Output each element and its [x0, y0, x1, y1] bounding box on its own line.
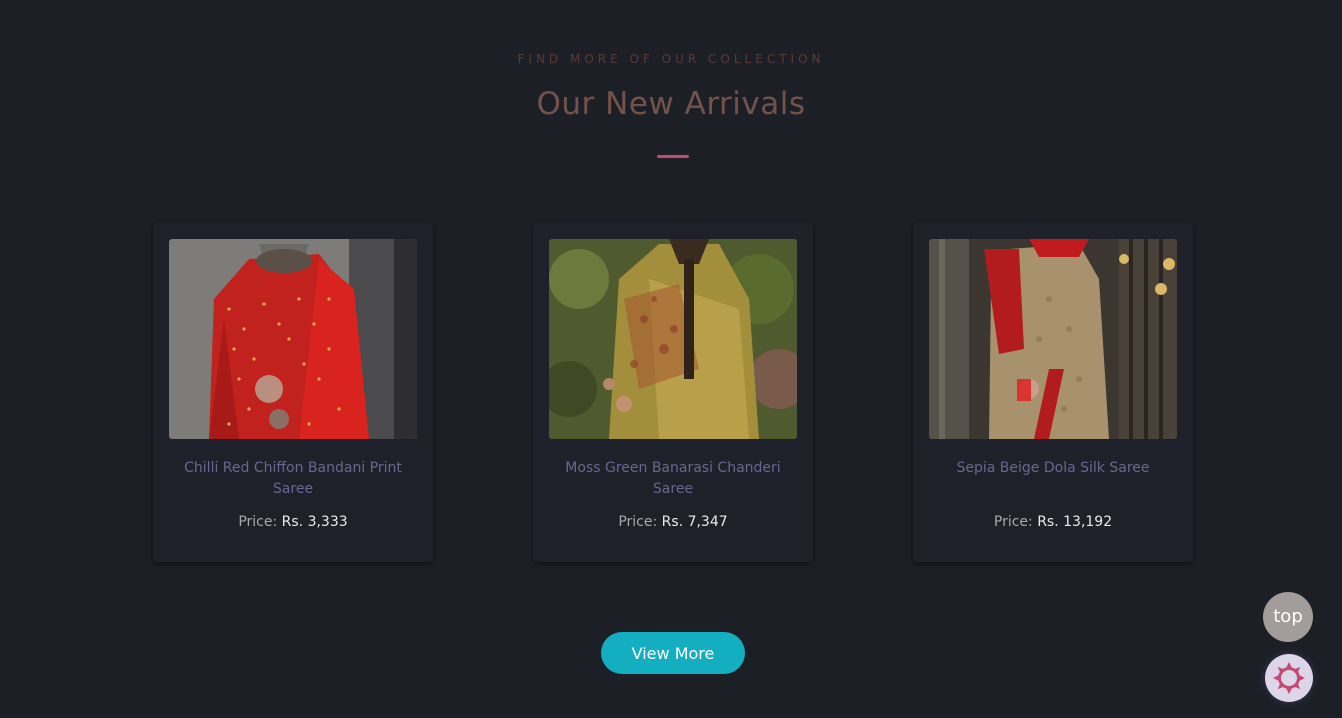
product-name[interactable]: Moss Green Banarasi Chanderi Saree	[557, 458, 789, 500]
product-card[interactable]: Sepia Beige Dola Silk Saree Price: Rs. 1…	[913, 222, 1193, 562]
price-label: Price:	[993, 514, 1033, 530]
product-price: Price: Rs. 13,192	[913, 514, 1193, 530]
price-value: Rs. 3,333	[281, 514, 348, 530]
title-divider	[657, 155, 689, 158]
product-price: Price: Rs. 3,333	[153, 514, 433, 530]
section-eyebrow: FIND MORE OF OUR COLLECTION	[517, 52, 825, 66]
sun-gear-icon	[1273, 662, 1305, 694]
new-arrivals-section: FIND MORE OF OUR COLLECTION Our New Arri…	[0, 0, 1342, 718]
price-label: Price:	[238, 514, 278, 530]
price-value: Rs. 7,347	[661, 514, 728, 530]
product-image[interactable]	[929, 239, 1177, 439]
product-image[interactable]	[169, 239, 417, 439]
product-price: Price: Rs. 7,347	[533, 514, 813, 530]
product-name[interactable]: Sepia Beige Dola Silk Saree	[937, 458, 1169, 479]
price-value: Rs. 13,192	[1037, 514, 1113, 530]
view-more-button[interactable]: View More	[601, 632, 745, 674]
price-label: Price:	[618, 514, 658, 530]
product-card[interactable]: Moss Green Banarasi Chanderi Saree Price…	[533, 222, 813, 562]
theme-toggle-button[interactable]	[1265, 654, 1313, 702]
product-card[interactable]: Chilli Red Chiffon Bandani Print Saree P…	[153, 222, 433, 562]
product-image[interactable]	[549, 239, 797, 439]
scroll-top-button[interactable]: top	[1263, 592, 1313, 642]
product-name[interactable]: Chilli Red Chiffon Bandani Print Saree	[177, 458, 409, 500]
section-title: Our New Arrivals	[536, 86, 806, 122]
